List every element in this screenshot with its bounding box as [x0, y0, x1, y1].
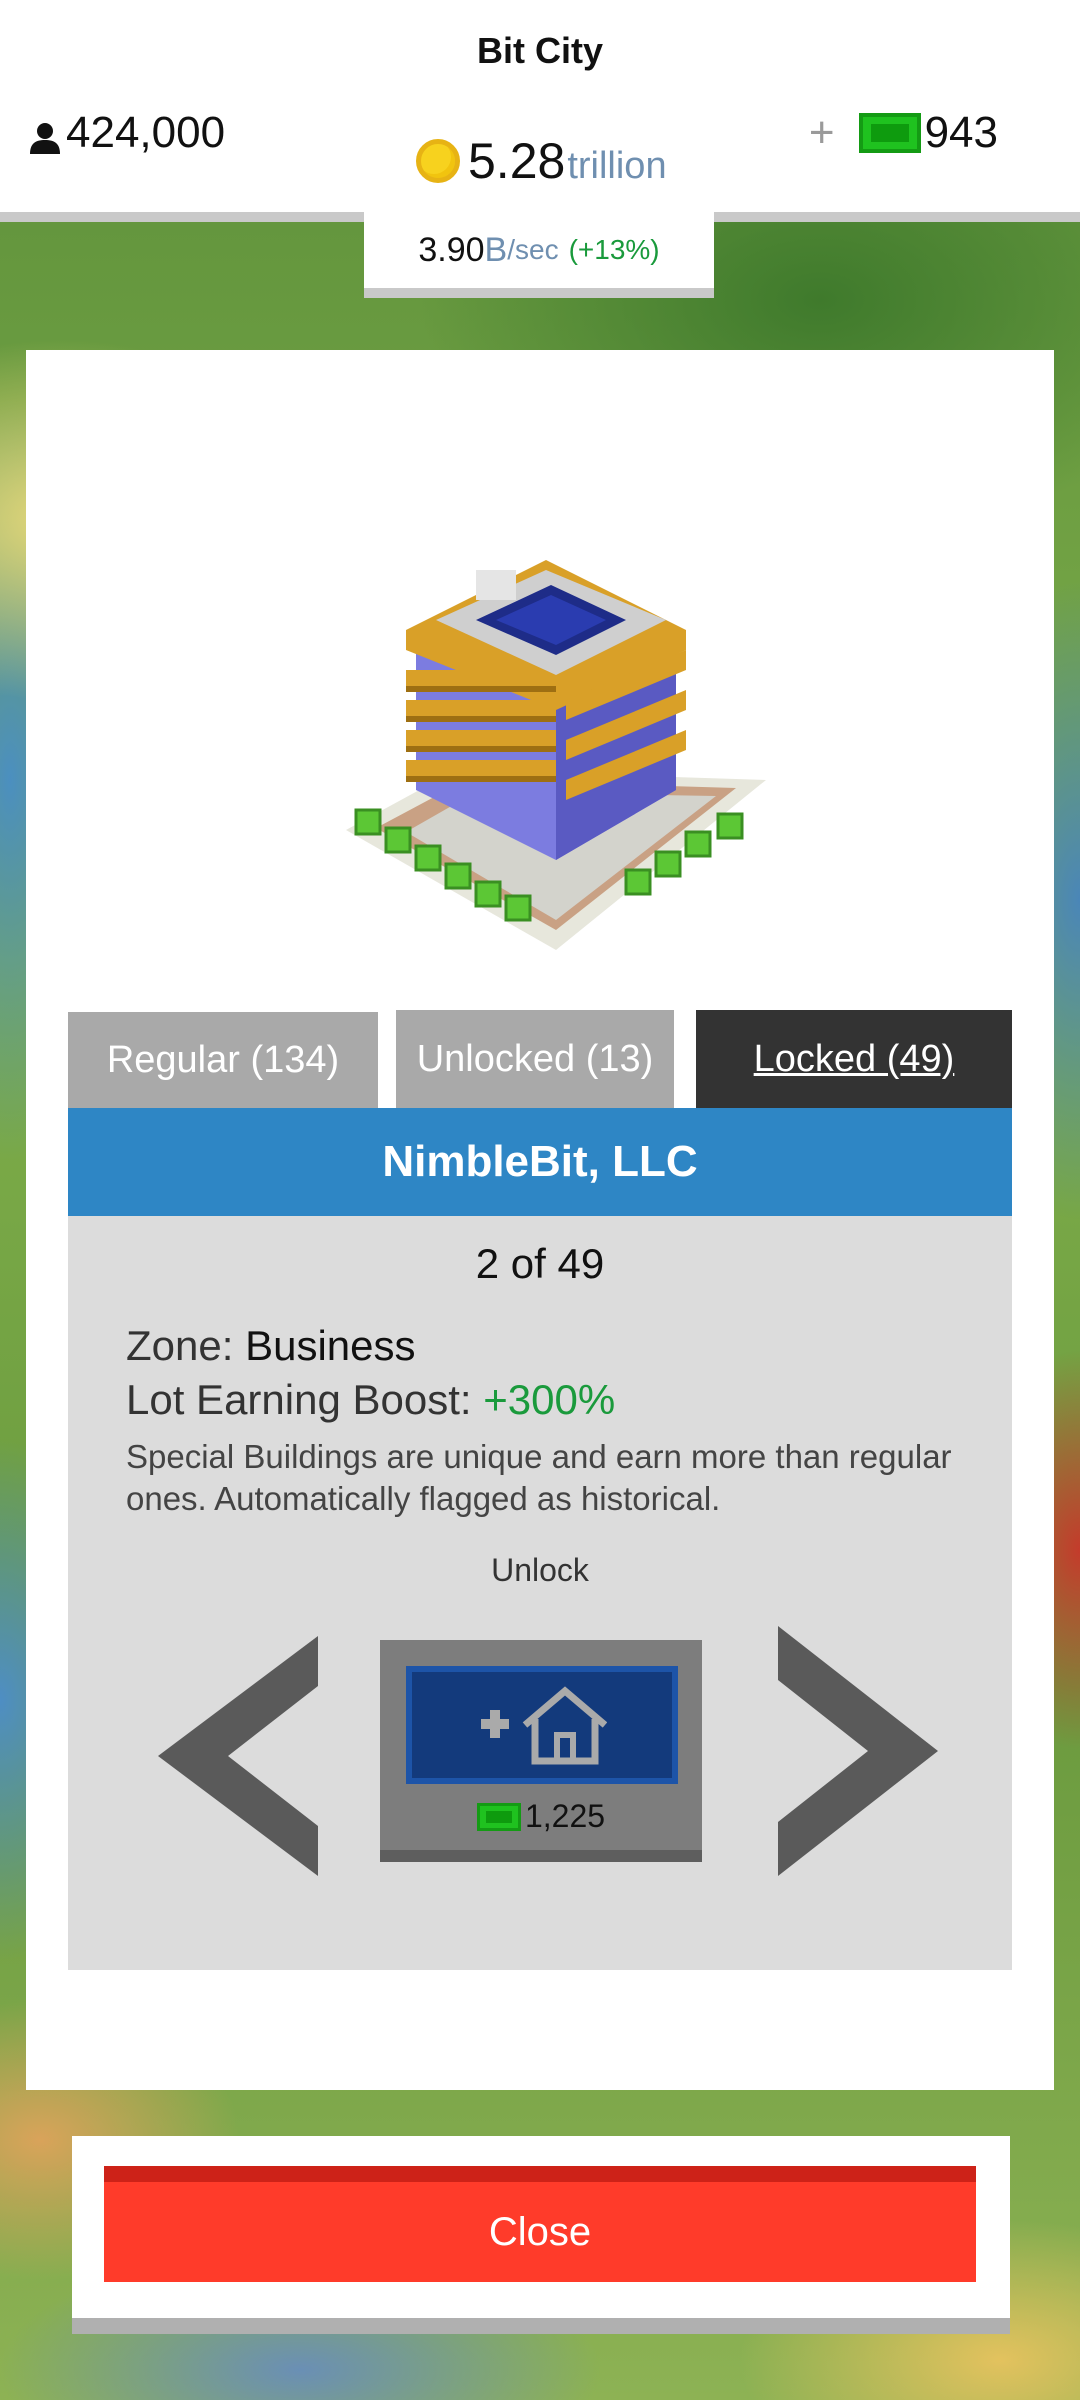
boost-value: +300% [483, 1376, 616, 1423]
unlock-cost-value: 1,225 [524, 1798, 606, 1834]
boost-label: Lot Earning Boost: [126, 1376, 484, 1423]
person-icon [28, 116, 62, 154]
coin-icon [416, 139, 460, 183]
building-tabs: Regular (134) Unlocked (13) Locked (49) [68, 1010, 1012, 1108]
coins-display: 5.28 trillion [416, 132, 667, 190]
rate-value: 3.90 [418, 230, 485, 269]
house-plus-icon [481, 1686, 607, 1765]
population-display: 424,000 [28, 108, 225, 158]
building-image [326, 560, 786, 960]
building-description: Special Buildings are unique and earn mo… [126, 1438, 952, 1517]
next-building-button[interactable] [768, 1626, 938, 1886]
building-info: 2 of 49 Zone: Business Lot Earning Boost… [68, 1216, 1012, 1970]
income-rate: 3.90 B /sec (+13%) [364, 212, 714, 298]
rate-boost: (+13%) [568, 234, 660, 265]
close-button[interactable]: Close [104, 2166, 976, 2282]
unlock-cost: 1,225 [380, 1798, 702, 1835]
zone-value: Business [245, 1322, 416, 1369]
previous-building-button[interactable] [158, 1626, 328, 1886]
rate-per: /sec [507, 234, 559, 265]
chevron-left-icon [158, 1636, 318, 1876]
bux-value: 943 [924, 108, 998, 157]
building-counter: 2 of 49 [475, 1240, 605, 1287]
unlock-button[interactable]: 1,225 [380, 1640, 702, 1862]
chevron-right-icon [778, 1626, 938, 1876]
building-name: NimbleBit, LLC [68, 1108, 1012, 1216]
unlock-button-face [406, 1666, 678, 1784]
coins-value: 5.28 [468, 133, 566, 189]
rate-unit: B [484, 230, 508, 269]
bux-display[interactable]: + 943 [809, 108, 998, 158]
add-bux-plus-icon[interactable]: + [809, 108, 835, 158]
status-bar: Bit City 424,000 5.28 trillion + 943 [0, 0, 1080, 222]
population-value: 424,000 [66, 108, 226, 157]
zone-label: Zone: [126, 1322, 246, 1369]
unlock-label: Unlock [491, 1552, 589, 1588]
bux-icon [858, 113, 921, 153]
tab-locked[interactable]: Locked (49) [696, 1010, 1012, 1108]
coins-unit: trillion [567, 145, 667, 187]
boost-line: Lot Earning Boost: +300% [126, 1376, 615, 1424]
tab-regular[interactable]: Regular (134) [68, 1012, 378, 1108]
tab-unlocked[interactable]: Unlocked (13) [396, 1010, 674, 1108]
city-name: Bit City [477, 30, 603, 71]
close-frame: Close [72, 2136, 1010, 2334]
bux-icon [476, 1802, 521, 1831]
zone-line: Zone: Business [126, 1322, 416, 1370]
building-card: Regular (134) Unlocked (13) Locked (49) … [26, 350, 1054, 2090]
